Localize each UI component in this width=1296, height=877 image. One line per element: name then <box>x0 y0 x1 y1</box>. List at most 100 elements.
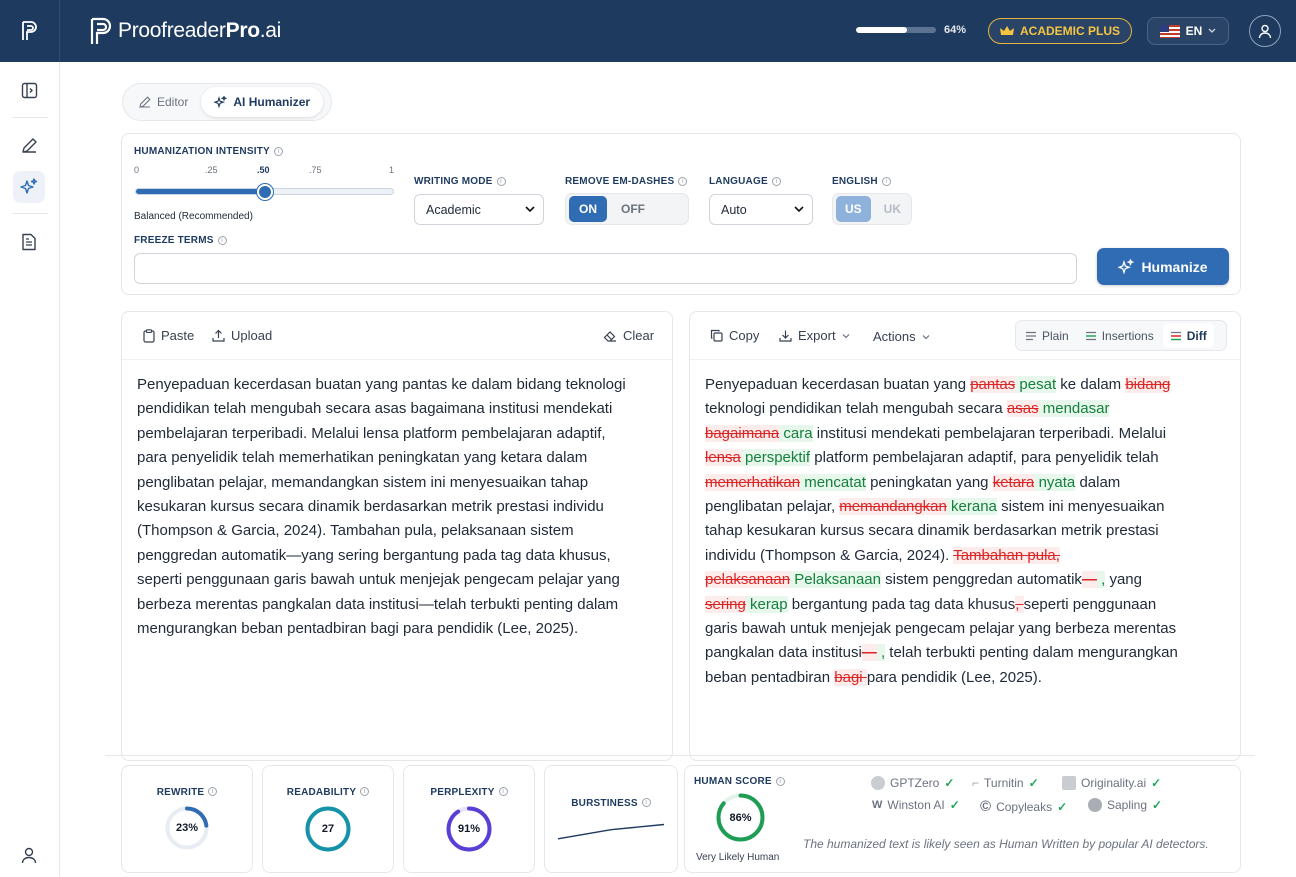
english-uk[interactable]: UK <box>875 196 910 222</box>
text-line: teknologi pendidikan telah mengubah seca… <box>705 397 1178 421</box>
actions-label: Actions <box>873 329 916 344</box>
usage-label: 64% <box>944 24 967 36</box>
detector-turnitin: ⌐ Turnitin ✓ <box>972 776 1039 790</box>
gptzero-icon <box>871 776 885 790</box>
winston-icon: W <box>872 799 883 811</box>
view-diff[interactable]: Diff <box>1162 323 1214 348</box>
deleted-text: bidang <box>1125 376 1171 393</box>
readability-label: READABILITY <box>286 787 357 798</box>
detector-sapling: Sapling ✓ <box>1088 798 1162 812</box>
account-button[interactable] <box>1249 15 1281 47</box>
sidebar-item-humanizer[interactable] <box>13 171 45 203</box>
unchanged-text: seperti penggunaan <box>1023 595 1157 613</box>
check-icon: ✓ <box>1028 776 1039 790</box>
upload-button[interactable]: Upload <box>212 328 272 343</box>
burstiness-title: BURSTINESS i <box>545 798 677 809</box>
em-dash-label-text: REMOVE EM-DASHES <box>565 176 675 187</box>
em-dash-off[interactable]: OFF <box>611 196 655 222</box>
humanize-button[interactable]: Humanize <box>1097 248 1229 285</box>
deleted-text: asas <box>1006 400 1039 418</box>
em-dash-on[interactable]: ON <box>569 196 607 222</box>
clipboard-icon <box>143 328 155 343</box>
text-line: kesukaran kursus secara dinamik berdasar… <box>137 498 604 516</box>
copy-button[interactable]: Copy <box>710 328 759 343</box>
brand-name[interactable]: Proofreader Pro .ai <box>88 16 281 46</box>
writing-mode-label: WRITING MODE i <box>414 176 506 187</box>
sidebar-item-profile[interactable] <box>13 839 45 871</box>
text-line: penglibatan pelajar, memandangkan kerana… <box>705 495 1178 519</box>
intensity-slider-handle[interactable] <box>256 184 273 200</box>
info-icon[interactable]: i <box>273 147 283 156</box>
readability-card: READABILITY i 27 <box>262 765 394 873</box>
sapling-icon <box>1088 798 1102 812</box>
rewrite-value: 23% <box>175 822 199 834</box>
writing-mode-select[interactable]: Academic <box>414 194 544 225</box>
deleted-text: , <box>1015 595 1024 613</box>
mode-tabs: Editor AI Humanizer <box>122 83 332 121</box>
view-insertions[interactable]: Insertions <box>1078 323 1161 348</box>
us-flag-icon <box>1159 24 1180 38</box>
deleted-text: memerhatikan <box>705 473 801 491</box>
clear-button[interactable]: Clear <box>603 328 654 343</box>
brand-logo-icon <box>90 17 112 44</box>
tab-editor[interactable]: Editor <box>126 87 201 117</box>
info-icon[interactable]: i <box>881 177 891 186</box>
text-line: sering kerap bergantung pada tag data kh… <box>705 593 1178 617</box>
plan-badge[interactable]: ACADEMIC PLUS <box>988 18 1133 44</box>
human-score-title: HUMAN SCORE i <box>694 776 785 787</box>
brand-main: Proofreader <box>118 19 226 42</box>
info-icon[interactable]: i <box>217 236 227 245</box>
english-label: ENGLISH i <box>832 176 891 187</box>
output-text-area[interactable]: Penyepaduan kecerdasan buatan yang panta… <box>705 373 1178 690</box>
text-line: penglibatan pelajar, memandangkan sistem… <box>137 473 589 491</box>
language-label-text: LANGUAGE <box>709 176 768 187</box>
unchanged-text: institusi mendekati pembelajaran terperi… <box>812 424 1167 442</box>
info-icon[interactable]: i <box>771 177 781 186</box>
paste-button[interactable]: Paste <box>143 328 194 343</box>
user-icon <box>1258 24 1272 38</box>
check-icon: ✓ <box>1152 798 1163 812</box>
sidebar-item-documents[interactable] <box>13 226 45 258</box>
info-icon[interactable]: i <box>775 777 785 786</box>
freeze-terms-input[interactable] <box>134 253 1077 284</box>
unchanged-text: telah terbukti penting dalam mengurangka… <box>885 644 1178 662</box>
unchanged-text: para pendidik (Lee, 2025). <box>866 668 1042 686</box>
info-icon[interactable]: i <box>208 787 218 796</box>
input-text-area[interactable]: Penyepaduan kecerdasan buatan yang panta… <box>137 373 626 641</box>
settings-panel: HUMANIZATION INTENSITY i 0 .25 .50 .75 1 … <box>121 133 1241 295</box>
info-icon[interactable]: i <box>496 177 506 186</box>
detector-name: Sapling <box>1107 798 1148 812</box>
info-icon[interactable]: i <box>360 787 370 796</box>
view-plain[interactable]: Plain <box>1018 323 1076 348</box>
intensity-slider[interactable] <box>135 184 394 200</box>
export-button[interactable]: Export <box>779 328 850 343</box>
inserted-text: , <box>876 644 886 662</box>
unchanged-text: teknologi pendidikan telah mengubah seca… <box>705 400 1007 418</box>
language-selector[interactable]: EN <box>1147 17 1229 45</box>
info-icon[interactable]: i <box>678 177 688 186</box>
text-line: lensa perspektif platform pembelajaran a… <box>705 446 1178 470</box>
em-dash-label: REMOVE EM-DASHES i <box>565 176 688 187</box>
document-icon <box>22 233 36 251</box>
view-insertions-label: Insertions <box>1101 328 1154 343</box>
sidebar-item-editor[interactable] <box>13 129 45 161</box>
chevron-down-icon <box>1208 28 1216 33</box>
tick-label: 0 <box>134 165 140 175</box>
english-us[interactable]: US <box>836 196 871 222</box>
language-code: EN <box>1185 24 1203 38</box>
info-icon[interactable]: i <box>641 798 651 807</box>
intensity-slider-fill <box>136 189 265 194</box>
text-line: beban pentadbiran bagi para pendidik (Le… <box>705 666 1178 690</box>
tab-ai-humanizer[interactable]: AI Humanizer <box>201 87 324 117</box>
text-line: memerhatikan mencatat peningkatan yang k… <box>705 471 1178 495</box>
language-select[interactable]: Auto <box>709 194 813 225</box>
text-line: Penyepaduan kecerdasan buatan yang panta… <box>705 373 1178 397</box>
app-logo-square[interactable] <box>0 0 60 62</box>
humanize-button-label: Humanize <box>1141 258 1208 275</box>
sidebar-toggle-button[interactable] <box>13 74 45 106</box>
insertions-icon <box>1085 331 1096 340</box>
top-bar: Proofreader Pro .ai 64% ACADEMIC PLUS EN <box>0 0 1296 62</box>
actions-button[interactable]: Actions <box>873 329 930 344</box>
intensity-label: HUMANIZATION INTENSITY i <box>134 146 283 157</box>
info-icon[interactable]: i <box>498 787 508 796</box>
